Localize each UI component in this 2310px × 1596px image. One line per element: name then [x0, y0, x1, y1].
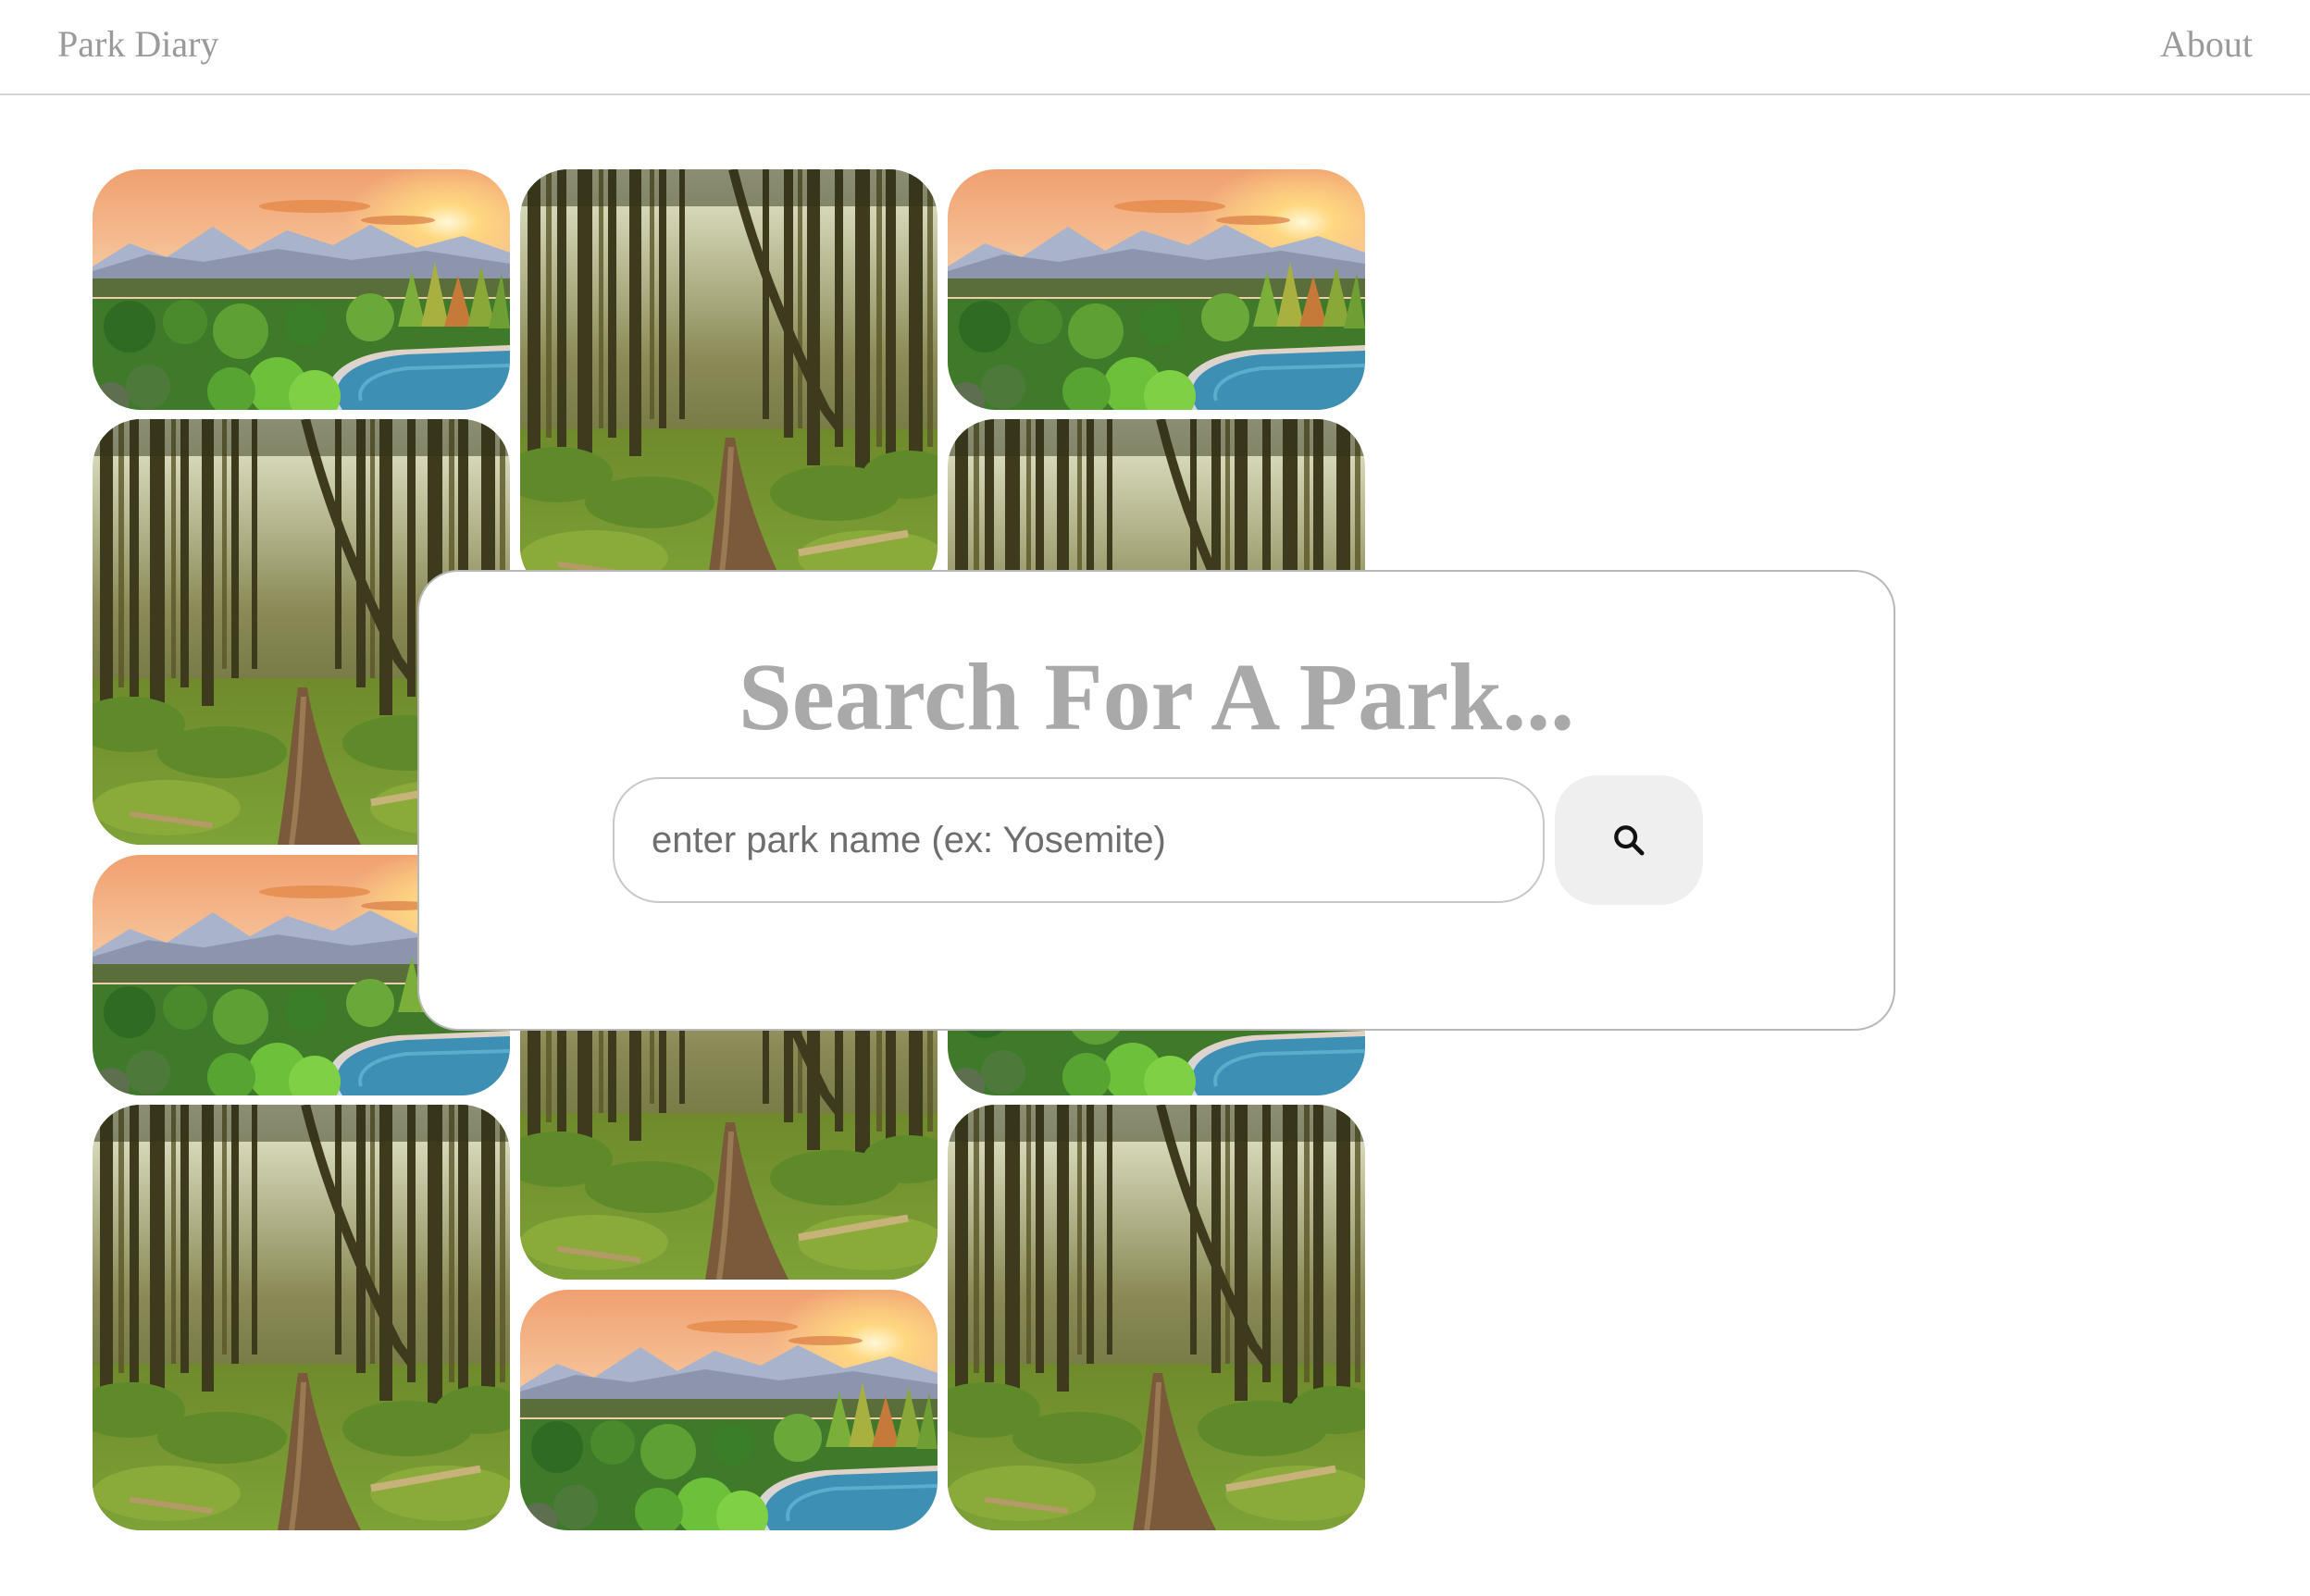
search-panel: Search For A Park... — [417, 570, 1895, 1031]
gallery-photo — [93, 1105, 510, 1530]
about-link[interactable]: About — [2160, 22, 2253, 66]
search-icon — [1614, 825, 1645, 856]
search-heading: Search For A Park... — [738, 644, 1575, 750]
gallery-photo — [520, 1290, 938, 1530]
brand-link[interactable]: Park Diary — [57, 22, 218, 66]
gallery-photo — [948, 169, 1365, 410]
gallery-photo — [520, 169, 938, 595]
park-search-input[interactable] — [613, 777, 1545, 903]
gallery-photo — [948, 1105, 1365, 1530]
gallery-photo — [93, 169, 510, 410]
top-navbar: Park Diary About — [0, 0, 2310, 95]
search-button[interactable] — [1555, 775, 1703, 905]
